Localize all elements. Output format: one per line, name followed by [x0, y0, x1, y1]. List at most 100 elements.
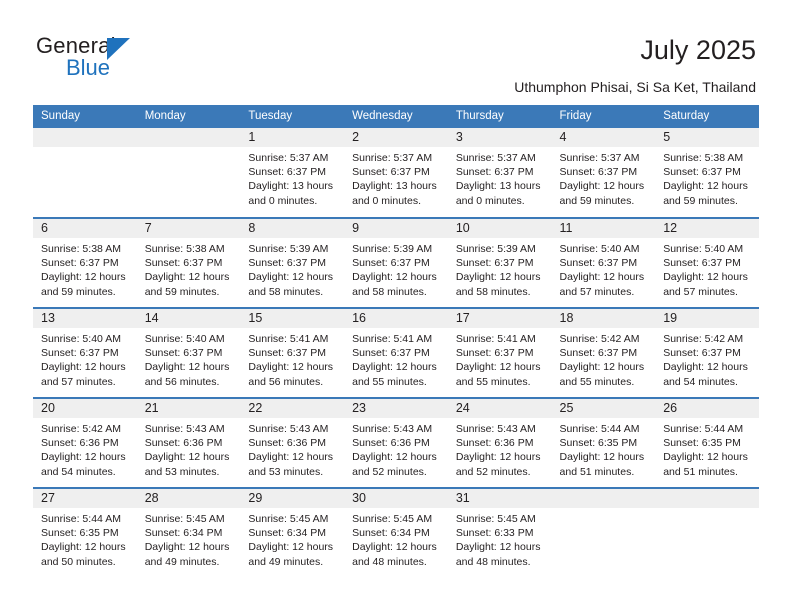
- day-sun-info: Sunrise: 5:37 AM Sunset: 6:37 PM Daylight:…: [240, 147, 344, 208]
- calendar-day-cell[interactable]: 12 Sunrise: 5:40 AM Sunset: 6:37 PM Dayligh…: [655, 218, 759, 309]
- calendar-week-row: 20 Sunrise: 5:42 AM Sunset: 6:36 PM Dayligh…: [33, 398, 759, 489]
- day-cell-content: [136, 128, 241, 216]
- calendar-day-cell[interactable]: 28 Sunrise: 5:45 AM Sunset: 6:34 PM Dayligh…: [136, 488, 241, 578]
- day-sun-info: Sunrise: 5:43 AM Sunset: 6:36 PM Daylight:…: [240, 418, 344, 479]
- day-number: [136, 128, 241, 147]
- calendar-day-cell[interactable]: 4 Sunrise: 5:37 AM Sunset: 6:37 PM Daylight…: [551, 128, 656, 219]
- day-cell-content: 2 Sunrise: 5:37 AM Sunset: 6:37 PM Daylight…: [344, 128, 448, 216]
- calendar-day-cell[interactable]: 13 Sunrise: 5:40 AM Sunset: 6:37 PM Dayligh…: [33, 308, 137, 399]
- sunset-text: Sunset: 6:37 PM: [41, 347, 119, 360]
- sunset-text: Sunset: 6:36 PM: [455, 437, 534, 450]
- day-cell-content: 24 Sunrise: 5:43 AM Sunset: 6:36 PM Dayligh…: [447, 399, 552, 487]
- daylight-text: Daylight: 12 hours and 53 minutes.: [144, 451, 230, 478]
- sunrise-text: Sunrise: 5:42 AM: [559, 333, 640, 345]
- day-sun-info: Sunrise: 5:44 AM Sunset: 6:35 PM Daylight:…: [33, 508, 137, 569]
- calendar-day-cell[interactable]: 2 Sunrise: 5:37 AM Sunset: 6:37 PM Daylight…: [344, 128, 448, 219]
- sunset-text: Sunset: 6:34 PM: [144, 527, 223, 540]
- sunrise-text: Sunrise: 5:45 AM: [248, 513, 329, 525]
- sunset-text: Sunset: 6:37 PM: [41, 257, 119, 270]
- day-number: 3: [447, 128, 552, 147]
- calendar-day-cell[interactable]: 26 Sunrise: 5:44 AM Sunset: 6:35 PM Dayligh…: [655, 398, 759, 489]
- calendar-day-cell[interactable]: 20 Sunrise: 5:42 AM Sunset: 6:36 PM Dayligh…: [33, 398, 137, 489]
- day-number: 11: [551, 219, 656, 238]
- calendar-day-cell[interactable]: 10 Sunrise: 5:39 AM Sunset: 6:37 PM Dayligh…: [447, 218, 552, 309]
- day-cell-content: 31 Sunrise: 5:45 AM Sunset: 6:33 PM Dayligh…: [447, 489, 552, 577]
- day-cell-content: [551, 489, 656, 577]
- calendar-day-cell[interactable]: 29 Sunrise: 5:45 AM Sunset: 6:34 PM Dayligh…: [240, 488, 345, 578]
- calendar-day-cell[interactable]: 14 Sunrise: 5:40 AM Sunset: 6:37 PM Dayligh…: [136, 308, 241, 399]
- day-number: 31: [447, 489, 552, 508]
- calendar-day-cell[interactable]: 22 Sunrise: 5:43 AM Sunset: 6:36 PM Dayligh…: [240, 398, 345, 489]
- daylight-text: Daylight: 12 hours and 55 minutes.: [455, 361, 541, 388]
- day-sun-info: Sunrise: 5:40 AM Sunset: 6:37 PM Daylight:…: [33, 328, 137, 389]
- calendar-day-cell[interactable]: 1 Sunrise: 5:37 AM Sunset: 6:37 PM Daylight…: [240, 128, 345, 219]
- calendar-day-cell[interactable]: 21 Sunrise: 5:43 AM Sunset: 6:36 PM Dayligh…: [136, 398, 241, 489]
- day-number: 28: [136, 489, 241, 508]
- daylight-text: Daylight: 12 hours and 51 minutes.: [559, 451, 645, 478]
- sunrise-text: Sunrise: 5:40 AM: [41, 333, 121, 345]
- day-cell-content: 1 Sunrise: 5:37 AM Sunset: 6:37 PM Daylight…: [240, 128, 345, 216]
- day-number: 26: [655, 399, 759, 418]
- calendar-week-row: 13 Sunrise: 5:40 AM Sunset: 6:37 PM Dayligh…: [33, 308, 759, 399]
- sunset-text: Sunset: 6:35 PM: [559, 437, 638, 450]
- calendar-day-cell[interactable]: 25 Sunrise: 5:44 AM Sunset: 6:35 PM Dayligh…: [551, 398, 656, 489]
- sunrise-text: Sunrise: 5:37 AM: [248, 152, 329, 164]
- calendar-day-cell[interactable]: 23 Sunrise: 5:43 AM Sunset: 6:36 PM Dayligh…: [344, 398, 448, 489]
- daylight-text: Daylight: 12 hours and 59 minutes.: [559, 180, 645, 207]
- day-cell-content: 23 Sunrise: 5:43 AM Sunset: 6:36 PM Dayligh…: [344, 399, 448, 487]
- sunset-text: Sunset: 6:37 PM: [663, 166, 741, 179]
- daylight-text: Daylight: 12 hours and 58 minutes.: [455, 271, 541, 298]
- sunrise-text: Sunrise: 5:45 AM: [455, 513, 536, 525]
- calendar-table: Sunday Monday Tuesday Wednesday Thursday…: [33, 105, 759, 578]
- sunset-text: Sunset: 6:33 PM: [455, 527, 534, 540]
- sunrise-text: Sunrise: 5:45 AM: [144, 513, 225, 525]
- calendar-day-cell[interactable]: 30 Sunrise: 5:45 AM Sunset: 6:34 PM Dayligh…: [344, 488, 448, 578]
- calendar-day-cell[interactable]: 11 Sunrise: 5:40 AM Sunset: 6:37 PM Dayligh…: [551, 218, 656, 309]
- day-number: 12: [655, 219, 759, 238]
- day-number: 16: [344, 309, 448, 328]
- day-cell-content: 14 Sunrise: 5:40 AM Sunset: 6:37 PM Dayligh…: [136, 309, 241, 397]
- day-sun-info: Sunrise: 5:37 AM Sunset: 6:37 PM Daylight:…: [448, 147, 552, 208]
- calendar-day-cell[interactable]: 7 Sunrise: 5:38 AM Sunset: 6:37 PM Daylight…: [136, 218, 241, 309]
- calendar-day-cell[interactable]: 9 Sunrise: 5:39 AM Sunset: 6:37 PM Daylight…: [344, 218, 448, 309]
- sunrise-text: Sunrise: 5:45 AM: [352, 513, 433, 525]
- day-number: 13: [33, 309, 137, 328]
- day-sun-info: Sunrise: 5:42 AM Sunset: 6:37 PM Daylight:…: [655, 328, 759, 389]
- day-number: 24: [447, 399, 552, 418]
- sunset-text: Sunset: 6:34 PM: [248, 527, 327, 540]
- calendar-day-cell[interactable]: 17 Sunrise: 5:41 AM Sunset: 6:37 PM Dayligh…: [447, 308, 552, 399]
- calendar-day-cell[interactable]: 24 Sunrise: 5:43 AM Sunset: 6:36 PM Dayligh…: [447, 398, 552, 489]
- weekday-header-thursday: Thursday: [447, 105, 552, 128]
- calendar-day-cell[interactable]: 6 Sunrise: 5:38 AM Sunset: 6:37 PM Daylight…: [33, 218, 137, 309]
- calendar-day-cell[interactable]: 8 Sunrise: 5:39 AM Sunset: 6:37 PM Daylight…: [240, 218, 345, 309]
- daylight-text: Daylight: 13 hours and 0 minutes.: [248, 180, 334, 207]
- weekday-header-monday: Monday: [136, 105, 241, 128]
- calendar-day-cell[interactable]: 19 Sunrise: 5:42 AM Sunset: 6:37 PM Dayligh…: [655, 308, 759, 399]
- calendar-day-cell[interactable]: 15 Sunrise: 5:41 AM Sunset: 6:37 PM Dayligh…: [240, 308, 345, 399]
- calendar-day-cell[interactable]: 5 Sunrise: 5:38 AM Sunset: 6:37 PM Daylight…: [655, 128, 759, 219]
- sunrise-text: Sunrise: 5:40 AM: [663, 243, 744, 255]
- day-number: 19: [655, 309, 759, 328]
- calendar-day-cell[interactable]: 16 Sunrise: 5:41 AM Sunset: 6:37 PM Dayligh…: [344, 308, 448, 399]
- brand-logo[interactable]: General Blue: [36, 33, 186, 85]
- calendar-day-cell[interactable]: 31 Sunrise: 5:45 AM Sunset: 6:33 PM Dayligh…: [447, 488, 552, 578]
- daylight-text: Daylight: 13 hours and 0 minutes.: [455, 180, 541, 207]
- calendar-day-cell[interactable]: 18 Sunrise: 5:42 AM Sunset: 6:37 PM Dayligh…: [551, 308, 656, 399]
- triangle-icon: [107, 38, 130, 60]
- calendar-day-cell[interactable]: 3 Sunrise: 5:37 AM Sunset: 6:37 PM Daylight…: [447, 128, 552, 219]
- daylight-text: Daylight: 12 hours and 49 minutes.: [248, 541, 334, 568]
- daylight-text: Daylight: 12 hours and 55 minutes.: [559, 361, 645, 388]
- calendar-week-row: 1 Sunrise: 5:37 AM Sunset: 6:37 PM Daylight…: [33, 128, 759, 219]
- calendar-day-cell: [33, 128, 137, 219]
- weekday-header-sunday: Sunday: [33, 105, 137, 128]
- day-cell-content: 29 Sunrise: 5:45 AM Sunset: 6:34 PM Dayligh…: [240, 489, 345, 577]
- day-sun-info: Sunrise: 5:39 AM Sunset: 6:37 PM Daylight:…: [240, 238, 344, 299]
- sunrise-text: Sunrise: 5:38 AM: [41, 243, 121, 255]
- daylight-text: Daylight: 12 hours and 59 minutes.: [663, 180, 748, 207]
- day-cell-content: 13 Sunrise: 5:40 AM Sunset: 6:37 PM Dayligh…: [33, 309, 137, 397]
- sunset-text: Sunset: 6:35 PM: [41, 527, 119, 540]
- calendar-day-cell[interactable]: 27 Sunrise: 5:44 AM Sunset: 6:35 PM Dayligh…: [33, 488, 137, 578]
- calendar-day-cell: [136, 128, 241, 219]
- day-cell-content: 17 Sunrise: 5:41 AM Sunset: 6:37 PM Dayligh…: [447, 309, 552, 397]
- day-number: 23: [344, 399, 448, 418]
